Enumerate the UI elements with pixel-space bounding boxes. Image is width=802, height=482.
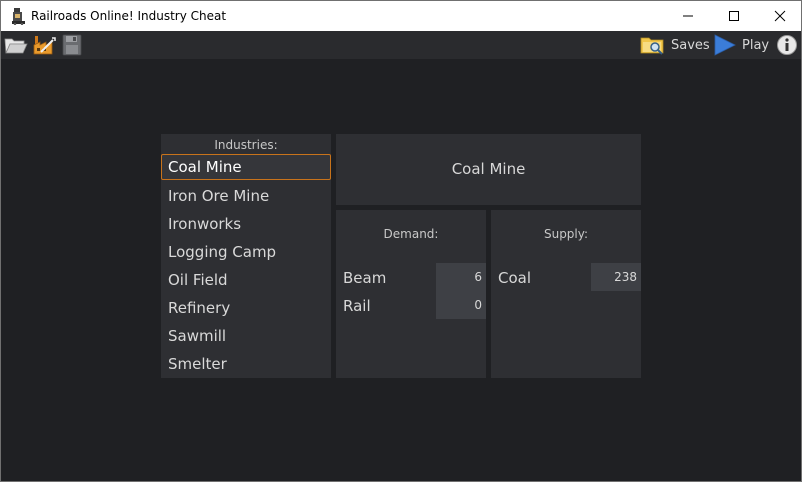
list-item-logging-camp[interactable]: Logging Camp: [161, 239, 331, 265]
industries-heading: Industries:: [214, 138, 278, 152]
close-button[interactable]: [757, 1, 802, 31]
folder-open-icon[interactable]: [4, 34, 28, 56]
minimize-icon: [683, 15, 693, 17]
floppy-disk-icon[interactable]: [60, 34, 84, 56]
play-icon[interactable]: [713, 34, 737, 56]
window-title: Railroads Online! Industry Cheat: [31, 9, 227, 23]
saves-folder-search-icon[interactable]: [640, 34, 666, 56]
list-item-coal-mine[interactable]: Coal Mine: [161, 154, 331, 180]
industry-name-panel: Coal Mine: [336, 134, 641, 205]
list-item-iron-ore-mine[interactable]: Iron Ore Mine: [161, 183, 331, 209]
maximize-button[interactable]: [711, 1, 757, 31]
app-icon: [11, 8, 27, 26]
saves-button[interactable]: Saves: [671, 38, 710, 53]
list-item-oil-field[interactable]: Oil Field: [161, 267, 331, 293]
list-item-ironworks[interactable]: Ironworks: [161, 211, 331, 237]
factory-icon[interactable]: [32, 34, 56, 56]
demand-panel: Demand: Beam 6 Rail 0: [336, 210, 486, 378]
demand-heading: Demand:: [383, 227, 439, 241]
supply-label-coal: Coal: [498, 269, 532, 287]
maximize-icon: [729, 11, 739, 21]
title-bar: Railroads Online! Industry Cheat: [0, 0, 802, 31]
demand-label-rail: Rail: [343, 297, 371, 315]
demand-value-beam[interactable]: 6: [436, 263, 486, 291]
close-icon: [774, 10, 786, 22]
minimize-button[interactable]: [665, 1, 711, 31]
list-item-refinery[interactable]: Refinery: [161, 295, 331, 321]
supply-panel: Supply: Coal 238: [491, 210, 641, 378]
list-item-smelter[interactable]: Smelter: [161, 351, 331, 377]
list-item-sawmill[interactable]: Sawmill: [161, 323, 331, 349]
toolbar: Saves Play: [0, 31, 802, 59]
demand-label-beam: Beam: [343, 269, 387, 287]
supply-value-coal[interactable]: 238: [591, 263, 641, 291]
play-button[interactable]: Play: [742, 38, 769, 53]
supply-heading: Supply:: [543, 227, 589, 241]
industry-name: Coal Mine: [451, 160, 526, 178]
info-icon[interactable]: [776, 34, 798, 56]
industries-panel: Industries: Coal Mine Iron Ore Mine Iron…: [161, 134, 331, 378]
demand-value-rail[interactable]: 0: [436, 291, 486, 319]
